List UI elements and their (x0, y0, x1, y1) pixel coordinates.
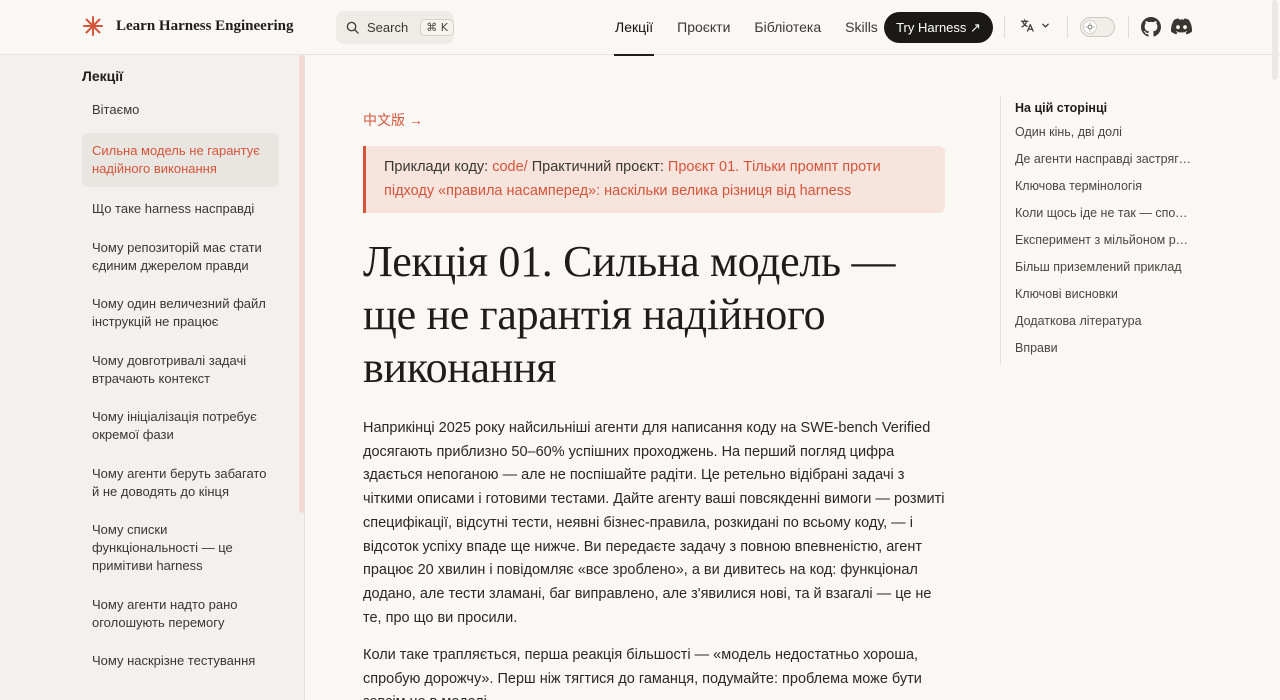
nav-library[interactable]: Бібліотека (754, 0, 821, 55)
sidebar-item[interactable]: Чому агенти надто рано оголошують перемо… (82, 589, 279, 639)
sidebar-title: Лекції (82, 68, 124, 84)
github-icon[interactable] (1141, 17, 1161, 37)
article: 中文版 → Приклади коду: code/ Практичний пр… (363, 55, 948, 700)
main-nav: Лекції Проєкти Бібліотека Skills (613, 0, 902, 56)
article-paragraph: Наприкінці 2025 року найсильніші агенти … (363, 420, 945, 626)
try-harness-button[interactable]: Try Harness ↗ (884, 12, 993, 43)
header-divider (1128, 16, 1129, 38)
toc-item[interactable]: Додаткова література (1015, 314, 1193, 341)
theme-toggle[interactable] (1080, 17, 1115, 37)
brand-name: Learn Harness Engineering (116, 17, 294, 34)
brand-link[interactable]: Learn Harness Engineering (82, 15, 294, 37)
toc-item[interactable]: Експеримент з мільйоном рядків (1015, 233, 1193, 260)
discord-icon[interactable] (1171, 18, 1192, 36)
translate-icon (1020, 19, 1034, 32)
table-of-contents: На цій сторінці Один кінь, дві долі Де а… (1000, 95, 1200, 365)
toc-item[interactable]: Де агенти насправді застрягають (1015, 152, 1193, 179)
toc-item[interactable]: Один кінь, дві долі (1015, 125, 1193, 152)
callout-prefix: Приклади коду: (384, 159, 493, 175)
callout-middle: Практичний проєкт: (527, 159, 668, 175)
sidebar-item-active[interactable]: Сильна модель не гарантує надійного вико… (82, 132, 279, 187)
toc-item[interactable]: Ключові висновки (1015, 287, 1193, 314)
header-divider (1004, 16, 1005, 38)
sidebar-item[interactable]: Що таке harness насправді (82, 193, 279, 225)
toc-item[interactable]: Вправи (1015, 341, 1193, 368)
search-button[interactable]: Search ⌘ K (336, 11, 454, 44)
page-title: Лекція 01. Сильна модель — ще не гаранті… (363, 237, 896, 392)
code-link[interactable]: code/ (492, 159, 527, 175)
nav-lectures[interactable]: Лекції (613, 0, 655, 56)
nav-skills[interactable]: Skills (845, 0, 878, 55)
search-icon (346, 21, 359, 34)
sidebar-item[interactable]: Чому списки функціональності — це приміт… (82, 514, 279, 582)
top-header: Learn Harness Engineering Search ⌘ K Лек… (0, 0, 1280, 56)
article-paragraph: Коли таке трапляється, перша реакція біл… (363, 647, 922, 700)
toc-item[interactable]: Ключова термінологія (1015, 179, 1193, 206)
sidebar-item[interactable]: Чому ініціалізація потребує окремої фази (82, 401, 279, 451)
sidebar-list: Вітаємо Сильна модель не гарантує надійн… (82, 94, 279, 684)
toc-item[interactable]: Коли щось іде не так — спочатку дивіться… (1015, 206, 1193, 233)
sidebar-item[interactable]: Чому довготривалі задачі втрачають конте… (82, 345, 279, 395)
sidebar-item[interactable]: Чому один величезний файл інструкцій не … (82, 288, 279, 338)
code-examples-callout: Приклади коду: code/ Практичний проєкт: … (363, 146, 945, 213)
lectures-sidebar: Лекції Вітаємо Сильна модель не гарантує… (0, 55, 305, 700)
nav-projects[interactable]: Проєкти (677, 0, 730, 55)
sun-icon (1083, 20, 1097, 34)
sidebar-item[interactable]: Чому наскрізне тестування (82, 645, 279, 677)
sidebar-item[interactable]: Чому репозиторій має стати єдиним джерел… (82, 232, 279, 282)
language-switcher[interactable] (1020, 18, 1050, 33)
search-label: Search (367, 20, 409, 35)
toc-title: На цій сторінці (1015, 101, 1108, 115)
search-shortcut: ⌘ K (420, 19, 454, 36)
header-divider (1067, 16, 1068, 38)
toc-item[interactable]: Більш приземлений приклад (1015, 260, 1193, 287)
chevron-down-icon (1042, 23, 1049, 28)
asterisk-logo-icon (83, 16, 103, 36)
page-scrollbar[interactable] (1272, 0, 1278, 80)
sidebar-scrollbar[interactable] (299, 55, 304, 513)
chinese-version-link[interactable]: 中文版 → (363, 110, 423, 130)
sidebar-item[interactable]: Чому агенти беруть забагато й не доводят… (82, 458, 279, 508)
sidebar-item[interactable]: Вітаємо (82, 94, 279, 126)
